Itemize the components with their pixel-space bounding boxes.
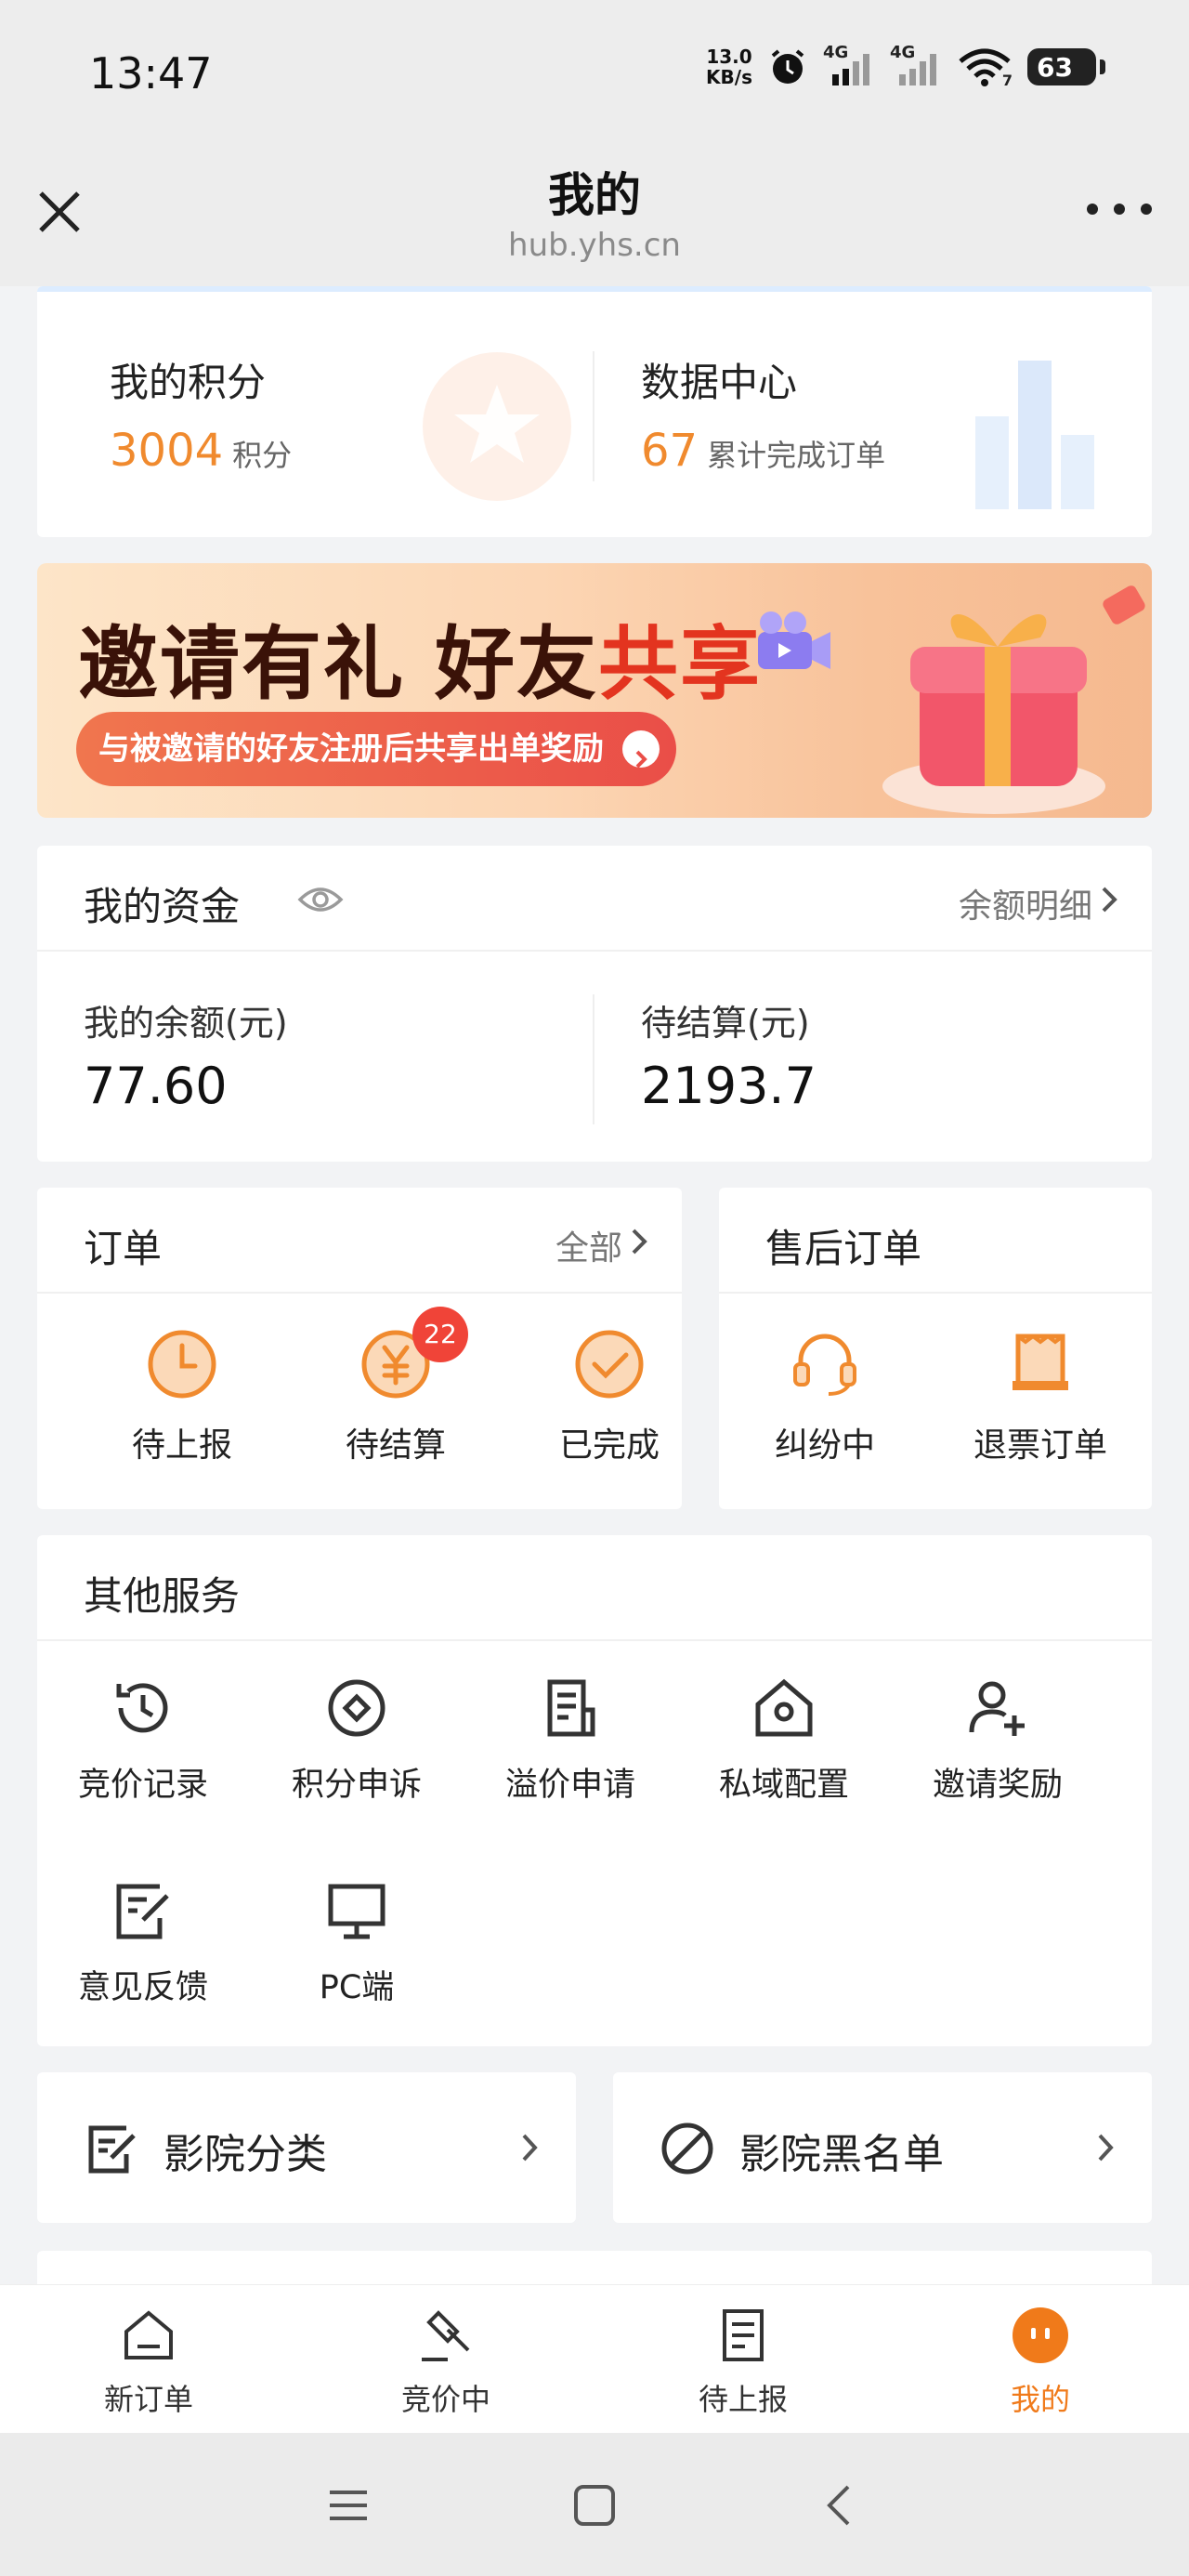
orders-all-link[interactable]: 全部 (555, 1221, 622, 1269)
order-count-badge: 22 (412, 1307, 468, 1362)
page-url: hub.yhs.cn (508, 227, 681, 264)
after-sales-card: 售后订单 纠纷中 退票订单 (719, 1188, 1152, 1509)
service-bid-history[interactable]: 竞价记录 (50, 1675, 236, 1806)
service-feedback[interactable]: 意见反馈 (50, 1877, 236, 2008)
report-icon (723, 2309, 764, 2361)
star-badge-icon (423, 352, 571, 501)
funds-card: 我的资金 余额明细 我的余额(元) 77.60 待结算(元) 2193.7 (37, 846, 1152, 1162)
status-bar: 13:47 13.0 KB/s 4G 4G 7 63 (0, 0, 1189, 149)
nav-profile[interactable]: 我的 (938, 2306, 1143, 2419)
chevron-right-icon[interactable] (1096, 883, 1124, 916)
points-card: 我的积分 3004 积分 数据中心 67 累计完成订单 (37, 286, 1152, 537)
system-nav-bar (0, 2433, 1189, 2576)
bottom-nav: 新订单 竞价中 待上报 我的 (0, 2284, 1189, 2433)
service-invite-reward[interactable]: 邀请奖励 (905, 1675, 1091, 1806)
eye-icon[interactable] (297, 881, 344, 918)
order-pending-settlement[interactable]: 22 待结算 (303, 1307, 489, 1466)
nav-new-orders[interactable]: 新订单 (46, 2306, 251, 2419)
alarm-icon (771, 49, 804, 84)
gift-box-icon (882, 585, 1145, 814)
status-time: 13:47 (89, 48, 213, 99)
bar-chart-icon (975, 361, 1094, 509)
receipt-icon (1013, 1334, 1068, 1390)
signal-4g-icon: 4G (823, 43, 875, 87)
wifi-icon: 7 (957, 46, 1013, 89)
order-pending-report[interactable]: 待上报 (89, 1327, 275, 1466)
home-square-icon[interactable] (567, 2477, 622, 2533)
invite-banner[interactable]: 邀请有礼 好友共享 与被邀请的好友注册后共享出单奖励 (37, 563, 1152, 818)
balance-block: 我的余额(元) 77.60 (84, 1003, 288, 1115)
history-icon (116, 1683, 168, 1733)
category-edit-icon (88, 2125, 136, 2174)
service-points-appeal[interactable]: 积分申诉 (264, 1675, 450, 1806)
after-sales-title: 售后订单 (765, 1226, 922, 1271)
profile-icon (1013, 2307, 1068, 2363)
status-icons: 13.0 KB/s 4G 4G 7 63 (706, 43, 1105, 89)
back-icon[interactable] (813, 2477, 869, 2533)
gavel-icon (422, 2310, 470, 2361)
cinema-category-row[interactable]: 影院分类 (37, 2072, 576, 2223)
diamond-circle-icon (328, 1679, 385, 1737)
page-title: 我的 (548, 168, 641, 222)
network-speed: 13.0 KB/s (706, 46, 752, 88)
camera-icon (758, 611, 830, 669)
document-icon (547, 1679, 595, 1737)
check-circle-icon (575, 1330, 644, 1399)
menu-icon[interactable] (320, 2477, 376, 2533)
order-completed[interactable]: 已完成 (516, 1327, 702, 1466)
feedback-edit-icon (116, 1884, 169, 1939)
title-bar: 我的 hub.yhs.cn (0, 149, 1189, 286)
banner-subtitle-pill[interactable]: 与被邀请的好友注册后共享出单奖励 (76, 712, 676, 786)
monitor-icon (328, 1884, 385, 1939)
balance-value: 77.60 (84, 1057, 228, 1115)
arrow-right-icon (622, 730, 660, 769)
push-settings-card: 推送设置 (37, 2251, 1152, 2288)
services-card: 其他服务 竞价记录 积分申诉 溢价申请 私域配置 邀请奖励 意见反馈 PC端 (37, 1535, 1152, 2046)
service-private-config[interactable]: 私域配置 (691, 1675, 877, 1806)
home-icon (124, 2310, 173, 2359)
ban-icon (661, 2123, 713, 2175)
more-icon[interactable] (1087, 195, 1152, 223)
chevron-right-icon (522, 2134, 538, 2162)
user-plus-icon (969, 1681, 1025, 1736)
funds-title: 我的资金 (84, 884, 241, 929)
cinema-blacklist-row[interactable]: 影院黑名单 (613, 2072, 1152, 2223)
home-gear-icon (755, 1678, 813, 1737)
nav-pending-report[interactable]: 待上报 (641, 2306, 845, 2419)
chevron-right-icon (1098, 2134, 1114, 2162)
headset-icon (793, 1334, 856, 1396)
orders-title: 订单 (84, 1226, 163, 1271)
signal-4g-icon-2: 4G (890, 43, 942, 87)
services-title: 其他服务 (84, 1573, 241, 1619)
battery-indicator: 63 (1027, 48, 1105, 85)
balance-detail-link[interactable]: 余额明细 (959, 879, 1092, 927)
pending-block: 待结算(元) 2193.7 (641, 1003, 817, 1115)
service-pc[interactable]: PC端 (264, 1877, 450, 2008)
data-center[interactable]: 数据中心 67 累计完成订单 (641, 351, 885, 477)
orders-card: 订单 全部 待上报 22 待结算 已完成 (37, 1188, 682, 1509)
banner-title: 邀请有礼 好友共享 (78, 618, 762, 711)
pending-value: 2193.7 (641, 1057, 817, 1115)
my-points[interactable]: 我的积分 3004 积分 (110, 351, 292, 477)
after-dispute[interactable]: 纠纷中 (732, 1327, 918, 1466)
service-premium-apply[interactable]: 溢价申请 (477, 1675, 663, 1806)
after-refund[interactable]: 退票订单 (947, 1327, 1133, 1466)
clock-icon (148, 1330, 216, 1399)
chevron-right-icon[interactable] (626, 1225, 654, 1258)
nav-bidding[interactable]: 竞价中 (344, 2306, 548, 2419)
